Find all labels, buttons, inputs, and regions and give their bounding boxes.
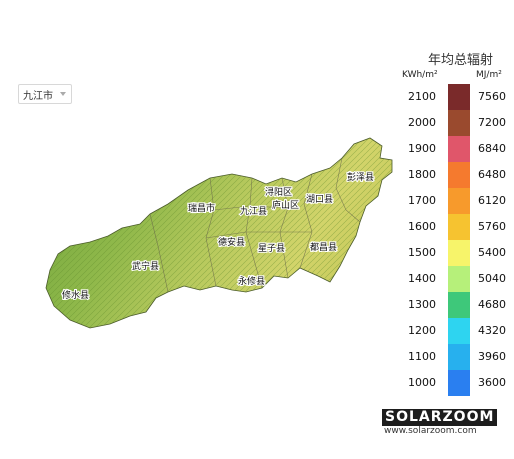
legend-kwh-value: 1700 xyxy=(408,194,436,207)
legend-kwh-value: 1000 xyxy=(408,376,436,389)
solarzoom-logo: SOLARZOOM www.solarzoom.com xyxy=(378,407,498,437)
county-label-yongxiu: 永修县 xyxy=(238,275,265,287)
logo-brand: SOLARZOOM xyxy=(382,409,498,426)
legend-row: 1100 3960 xyxy=(398,344,510,370)
legend-unit-kwh: KWh/m² xyxy=(402,70,438,80)
legend-mj-value: 3600 xyxy=(478,376,506,389)
legend-mj-value: 7560 xyxy=(478,90,506,103)
legend-kwh-value: 1100 xyxy=(408,350,436,363)
legend-color-swatch xyxy=(448,188,470,214)
radiation-legend: 年均总辐射 KWh/m² MJ/m² 2100 7560 2000 7200 1900 6… xyxy=(398,44,510,404)
legend-color-swatch xyxy=(448,318,470,344)
county-label-xunyang: 浔阳区 xyxy=(265,187,292,198)
legend-mj-value: 6840 xyxy=(478,142,506,155)
county-label-hukou: 湖口县 xyxy=(306,194,333,205)
legend-color-swatch xyxy=(448,84,470,110)
legend-row: 1500 5400 xyxy=(398,240,510,266)
legend-kwh-value: 1800 xyxy=(408,168,436,181)
legend-color-swatch xyxy=(448,110,470,136)
legend-row: 1600 5760 xyxy=(398,214,510,240)
legend-row: 1000 3600 xyxy=(398,370,510,396)
county-label-ruichang: 瑞昌市 xyxy=(188,202,215,214)
legend-mj-value: 5400 xyxy=(478,246,506,259)
county-label-lushan: 庐山区 xyxy=(272,199,299,211)
legend-mj-value: 3960 xyxy=(478,350,506,363)
legend-row: 2100 7560 xyxy=(398,84,510,110)
legend-mj-value: 7200 xyxy=(478,116,506,129)
legend-color-swatch xyxy=(448,344,470,370)
county-label-duchang: 都昌县 xyxy=(310,242,337,253)
county-label-dean: 德安县 xyxy=(218,236,245,248)
legend-color-swatch xyxy=(448,266,470,292)
logo-url: www.solarzoom.com xyxy=(384,426,477,436)
legend-kwh-value: 2100 xyxy=(408,90,436,103)
legend-kwh-value: 1400 xyxy=(408,272,436,285)
legend-color-swatch xyxy=(448,370,470,396)
county-label-pengze: 彭泽县 xyxy=(347,171,374,183)
region-select-value: 九江市 xyxy=(23,90,53,102)
legend-mj-value: 4320 xyxy=(478,324,506,337)
solar-radiation-map: 彭泽县浔阳区庐山区湖口县瑞昌市 九江县德安县星子县 都昌县武宁县永修县修水县 xyxy=(45,137,393,329)
legend-unit-mj: MJ/m² xyxy=(476,70,502,80)
legend-row: 1900 6840 xyxy=(398,136,510,162)
legend-mj-value: 6480 xyxy=(478,168,506,181)
legend-color-swatch xyxy=(448,136,470,162)
legend-kwh-value: 1500 xyxy=(408,246,436,259)
legend-mj-value: 5760 xyxy=(478,220,506,233)
legend-mj-value: 6120 xyxy=(478,194,506,207)
county-label-xingzi: 星子县 xyxy=(258,243,285,254)
legend-kwh-value: 1200 xyxy=(408,324,436,337)
legend-kwh-value: 2000 xyxy=(408,116,436,129)
legend-mj-value: 5040 xyxy=(478,272,506,285)
legend-kwh-value: 1600 xyxy=(408,220,436,233)
county-label-xiushui: 修水县 xyxy=(62,289,89,301)
legend-color-swatch xyxy=(448,214,470,240)
legend-color-swatch xyxy=(448,292,470,318)
legend-row: 1300 4680 xyxy=(398,292,510,318)
region-select[interactable]: 九江市 xyxy=(18,84,72,104)
legend-kwh-value: 1300 xyxy=(408,298,436,311)
legend-row: 1400 5040 xyxy=(398,266,510,292)
legend-color-swatch xyxy=(448,162,470,188)
legend-title: 年均总辐射 xyxy=(428,53,494,68)
legend-color-swatch xyxy=(448,240,470,266)
county-label-wuning: 武宁县 xyxy=(132,260,159,272)
chevron-down-icon xyxy=(60,92,66,96)
legend-row: 1700 6120 xyxy=(398,188,510,214)
legend-row: 1800 6480 xyxy=(398,162,510,188)
legend-row: 1200 4320 xyxy=(398,318,510,344)
legend-kwh-value: 1900 xyxy=(408,142,436,155)
county-label-jiujiang: 九江县 xyxy=(240,206,267,217)
legend-row: 2000 7200 xyxy=(398,110,510,136)
legend-mj-value: 4680 xyxy=(478,298,506,311)
